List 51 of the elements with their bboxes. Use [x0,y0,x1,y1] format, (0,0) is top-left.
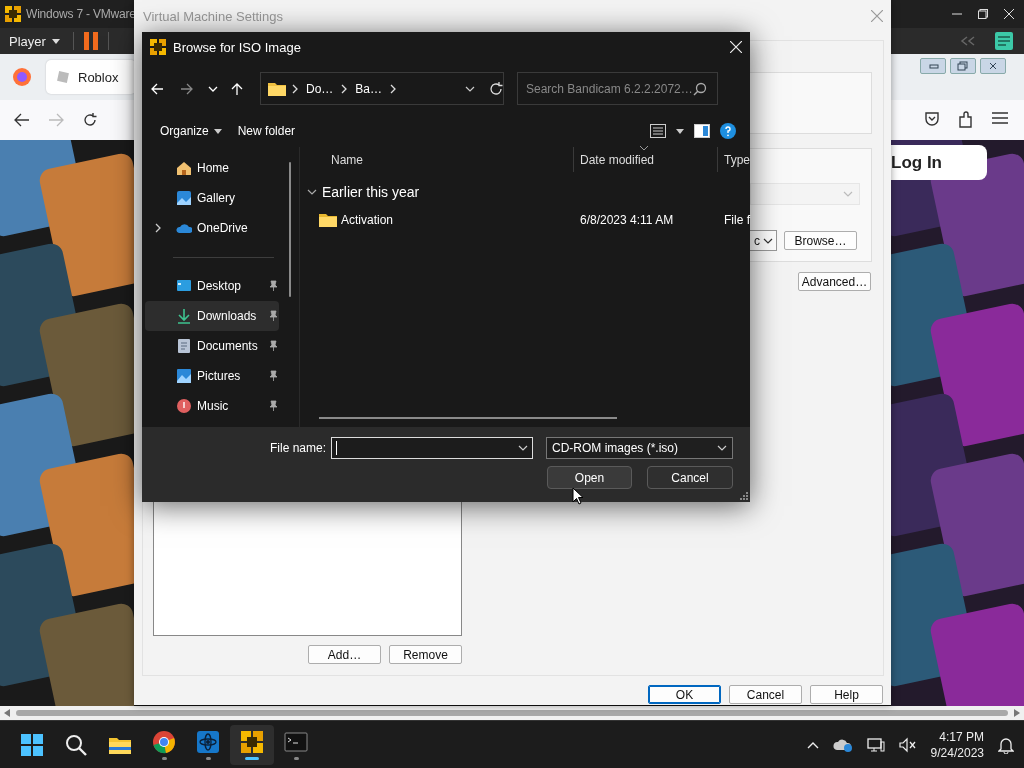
combo-value: c [754,233,760,248]
file-type-select[interactable]: CD-ROM images (*.iso) [546,437,733,459]
window-title: Virtual Machine Settings [143,8,283,24]
window-title: Windows 7 - VMware [26,7,136,21]
file-date: 6/8/2023 4:11 AM [579,213,675,227]
open-button[interactable]: Open [547,466,632,489]
toolbar-button[interactable]: New folder [229,120,304,142]
group-header[interactable]: Earlier this year [322,183,420,200]
list-button[interactable]: Add… [308,645,381,664]
nav-item[interactable]: OneDrive [145,213,279,243]
column-header[interactable]: Name [300,147,573,172]
player-menu[interactable]: Player [6,31,63,51]
login-button[interactable]: Log In [891,145,987,180]
clock-time[interactable]: 4:17 PM [939,728,984,745]
browser-tab[interactable]: Roblox [46,60,136,94]
nav-label: Downloads [197,309,257,323]
toolbar-button[interactable]: Organize [152,120,230,142]
field-label: File name: [269,441,326,455]
combo-box[interactable]: c [749,230,777,251]
dialog-title: Browse for ISO Image [173,39,301,55]
breadcrumb[interactable]: Ba… [353,81,385,96]
nav-label: Home [197,161,229,175]
nav-label: Pictures [197,369,241,383]
dialog-button[interactable]: Cancel [729,685,802,704]
nav-label: Documents [197,339,258,353]
nav-label: Desktop [197,279,242,293]
advanced-button[interactable]: Advanced… [798,272,871,291]
column-header[interactable]: Date modified [573,147,717,172]
list-button[interactable]: Remove [389,645,462,664]
nav-item[interactable]: Music [145,391,279,421]
breadcrumb[interactable]: Do… [304,81,336,96]
search-placeholder: Search Bandicam 6.2.2.2072… [526,81,693,96]
nav-item[interactable]: Documents [145,331,279,361]
nav-label: Music [197,399,229,413]
nav-item[interactable]: Desktop [145,271,279,301]
nav-item[interactable]: Downloads [145,301,279,331]
nav-item[interactable]: Gallery [145,183,279,213]
column-header[interactable]: Type [717,147,750,172]
nav-label: Gallery [197,191,235,205]
dialog-button[interactable]: OK [648,685,721,704]
address-bar[interactable]: Do… Ba… [260,72,504,105]
nav-label: OneDrive [197,221,248,235]
file-type: File f [723,213,750,227]
nav-item[interactable]: Pictures [145,361,279,391]
file-name[interactable]: Activation [341,213,393,227]
search-field[interactable]: Search Bandicam 6.2.2.2072… [517,72,718,105]
browse-button[interactable]: Browse… [784,231,857,250]
clock-date[interactable]: 9/24/2023 [930,744,984,761]
dialog-button[interactable]: Help [810,685,883,704]
cancel-button[interactable]: Cancel [647,466,733,489]
nav-item[interactable]: Home [145,153,279,183]
